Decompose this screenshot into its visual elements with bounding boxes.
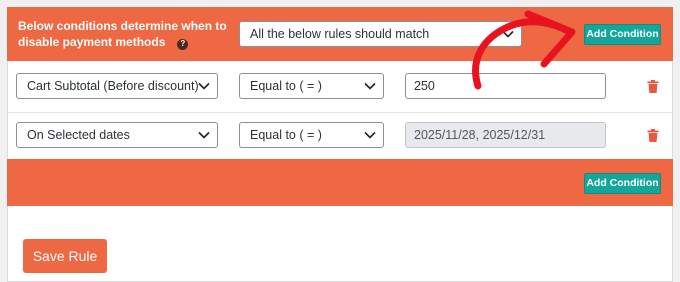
chevron-down-icon <box>364 82 376 90</box>
chevron-down-icon <box>502 30 514 38</box>
chevron-down-icon <box>198 82 210 90</box>
trash-icon[interactable] <box>647 129 659 142</box>
operator-select-2[interactable]: Equal to ( = ) <box>239 122 384 148</box>
help-icon[interactable]: ? <box>177 38 189 50</box>
add-condition-button-bottom[interactable]: Add Condition <box>584 173 661 194</box>
trash-icon[interactable] <box>647 80 659 93</box>
match-rule-select[interactable]: All the below rules should match <box>239 21 522 47</box>
condition-select-1[interactable]: Cart Subtotal (Before discount) <box>16 73 218 99</box>
row-divider <box>7 112 673 113</box>
condition-select-2[interactable]: On Selected dates <box>16 122 218 148</box>
save-rule-button[interactable]: Save Rule <box>23 239 107 273</box>
add-condition-button-top[interactable]: Add Condition <box>584 24 661 45</box>
value-input-1[interactable]: 250 <box>405 73 606 99</box>
operator-select-1[interactable]: Equal to ( = ) <box>239 73 384 99</box>
chevron-down-icon <box>198 131 210 139</box>
conditions-footer <box>7 159 673 206</box>
date-value-input-2[interactable]: 2025/11/28, 2025/12/31 <box>405 122 606 148</box>
conditions-header-title: Below conditions determine when to disab… <box>18 19 227 50</box>
chevron-down-icon <box>364 131 376 139</box>
